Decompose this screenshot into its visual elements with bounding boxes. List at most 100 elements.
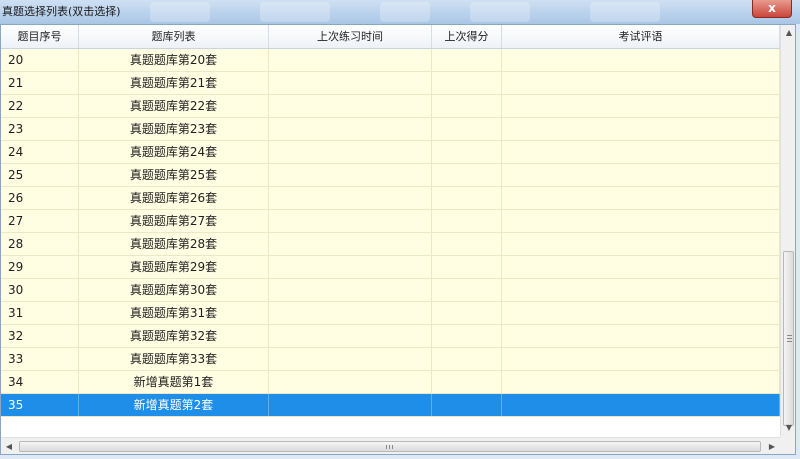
title-decoration — [590, 2, 660, 22]
table-row[interactable]: 23 真题题库第23套 — [1, 118, 780, 141]
question-list-grid: 题目序号 题库列表 上次练习时间 上次得分 考试评语 20 真题题库第20套 21 真… — [0, 24, 796, 455]
grid-header: 题目序号 题库列表 上次练习时间 上次得分 考试评语 — [1, 25, 780, 49]
column-header-question-number[interactable]: 题目序号 — [1, 25, 79, 48]
arrow-right-icon[interactable]: ▶ — [764, 438, 780, 454]
cell-last-score — [432, 348, 502, 370]
cell-last-practice-time — [269, 325, 432, 347]
close-icon: x — [768, 1, 776, 15]
table-row[interactable]: 25 真题题库第25套 — [1, 164, 780, 187]
cell-question-number: 24 — [1, 141, 79, 163]
arrow-left-icon[interactable]: ◀ — [1, 438, 17, 454]
close-button[interactable]: x — [752, 0, 792, 18]
cell-last-score — [432, 210, 502, 232]
cell-question-number: 27 — [1, 210, 79, 232]
cell-last-score — [432, 141, 502, 163]
cell-exam-comment — [502, 279, 780, 301]
grip-line — [787, 335, 792, 336]
cell-last-practice-time — [269, 256, 432, 278]
cell-last-score — [432, 279, 502, 301]
cell-last-score — [432, 164, 502, 186]
cell-last-score — [432, 49, 502, 71]
cell-exam-comment — [502, 49, 780, 71]
cell-bank-name: 真题题库第32套 — [79, 325, 269, 347]
cell-question-number: 33 — [1, 348, 79, 370]
cell-last-practice-time — [269, 233, 432, 255]
vertical-scroll-thumb[interactable] — [783, 251, 794, 426]
horizontal-scrollbar[interactable]: ◀ ▶ — [1, 437, 780, 454]
arrow-down-icon[interactable]: ▼ — [781, 420, 795, 436]
cell-bank-name: 真题题库第28套 — [79, 233, 269, 255]
title-decoration — [150, 2, 210, 22]
cell-last-practice-time — [269, 72, 432, 94]
cell-bank-name: 真题题库第20套 — [79, 49, 269, 71]
cell-last-score — [432, 256, 502, 278]
column-header-bank-list[interactable]: 题库列表 — [79, 25, 269, 48]
cell-last-practice-time — [269, 279, 432, 301]
cell-last-practice-time — [269, 95, 432, 117]
grip-line — [787, 341, 792, 342]
cell-exam-comment — [502, 164, 780, 186]
cell-bank-name: 真题题库第31套 — [79, 302, 269, 324]
table-row[interactable]: 29 真题题库第29套 — [1, 256, 780, 279]
cell-last-practice-time — [269, 302, 432, 324]
cell-question-number: 26 — [1, 187, 79, 209]
cell-last-practice-time — [269, 141, 432, 163]
cell-last-score — [432, 302, 502, 324]
cell-bank-name: 真题题库第26套 — [79, 187, 269, 209]
table-row[interactable]: 21 真题题库第21套 — [1, 72, 780, 95]
title-bar: 真题选择列表(双击选择) x — [0, 0, 800, 24]
cell-bank-name: 新增真题第2套 — [79, 394, 269, 416]
table-row[interactable]: 26 真题题库第26套 — [1, 187, 780, 210]
cell-question-number: 23 — [1, 118, 79, 140]
cell-bank-name: 真题题库第23套 — [79, 118, 269, 140]
grip-line — [787, 338, 792, 339]
table-row[interactable]: 33 真题题库第33套 — [1, 348, 780, 371]
cell-last-practice-time — [269, 164, 432, 186]
cell-bank-name: 真题题库第24套 — [79, 141, 269, 163]
table-row[interactable]: 32 真题题库第32套 — [1, 325, 780, 348]
cell-question-number: 34 — [1, 371, 79, 393]
column-header-exam-comment[interactable]: 考试评语 — [502, 25, 780, 48]
arrow-up-icon[interactable]: ▲ — [781, 25, 795, 41]
cell-bank-name: 真题题库第21套 — [79, 72, 269, 94]
column-header-last-practice-time[interactable]: 上次练习时间 — [269, 25, 432, 48]
cell-exam-comment — [502, 348, 780, 370]
cell-exam-comment — [502, 118, 780, 140]
cell-exam-comment — [502, 141, 780, 163]
cell-bank-name: 真题题库第27套 — [79, 210, 269, 232]
column-header-last-score[interactable]: 上次得分 — [432, 25, 502, 48]
grip-line — [392, 445, 393, 449]
cell-bank-name: 真题题库第33套 — [79, 348, 269, 370]
cell-bank-name: 真题题库第30套 — [79, 279, 269, 301]
cell-question-number: 31 — [1, 302, 79, 324]
cell-exam-comment — [502, 302, 780, 324]
cell-exam-comment — [502, 210, 780, 232]
grid-rows: 20 真题题库第20套 21 真题题库第21套 22 真题题库第22套 23 真题题库第23套… — [1, 49, 780, 437]
cell-last-score — [432, 394, 502, 416]
table-row[interactable]: 24 真题题库第24套 — [1, 141, 780, 164]
cell-question-number: 21 — [1, 72, 79, 94]
cell-last-practice-time — [269, 210, 432, 232]
cell-last-score — [432, 72, 502, 94]
table-row-selected[interactable]: 35 新增真题第2套 — [1, 394, 780, 417]
cell-last-practice-time — [269, 118, 432, 140]
horizontal-scroll-thumb[interactable] — [19, 441, 761, 452]
cell-last-practice-time — [269, 394, 432, 416]
table-row[interactable]: 20 真题题库第20套 — [1, 49, 780, 72]
empty-row-area — [1, 417, 780, 437]
cell-question-number: 29 — [1, 256, 79, 278]
table-row[interactable]: 28 真题题库第28套 — [1, 233, 780, 256]
table-row[interactable]: 27 真题题库第27套 — [1, 210, 780, 233]
cell-last-score — [432, 187, 502, 209]
title-decoration — [380, 2, 430, 22]
table-row[interactable]: 22 真题题库第22套 — [1, 95, 780, 118]
cell-exam-comment — [502, 95, 780, 117]
scrollbar-corner — [780, 437, 795, 454]
window-title: 真题选择列表(双击选择) — [2, 5, 121, 18]
table-row[interactable]: 31 真题题库第31套 — [1, 302, 780, 325]
vertical-scrollbar[interactable]: ▲ ▼ — [780, 25, 795, 437]
table-row[interactable]: 34 新增真题第1套 — [1, 371, 780, 394]
table-row[interactable]: 30 真题题库第30套 — [1, 279, 780, 302]
cell-bank-name: 真题题库第29套 — [79, 256, 269, 278]
title-decoration — [260, 2, 330, 22]
